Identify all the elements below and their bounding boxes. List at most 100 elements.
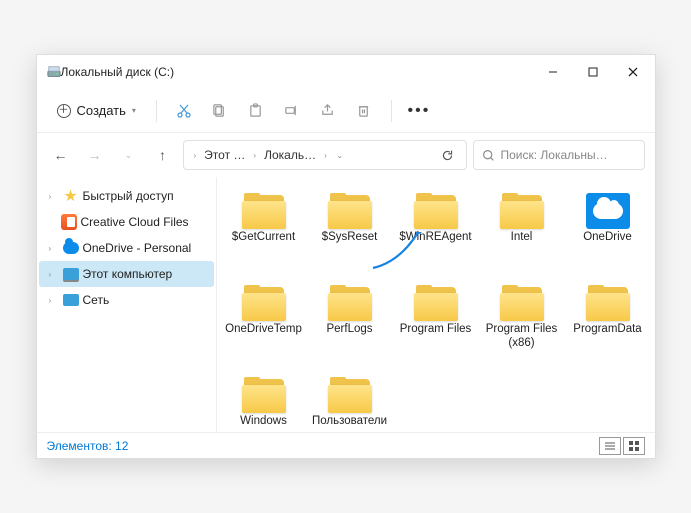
folder-icon xyxy=(328,285,372,321)
search-box[interactable]: Поиск: Локальны… xyxy=(473,140,645,170)
folder-label: ProgramData xyxy=(573,323,641,337)
window-title: Локальный диск (C:) xyxy=(61,65,533,79)
folder-windows[interactable]: Windows xyxy=(221,373,307,432)
address-chevron-down-icon[interactable]: ⌄ xyxy=(331,151,349,160)
folder-label: $WinREAgent xyxy=(399,231,471,245)
folder-label: $GetCurrent xyxy=(232,231,295,245)
titlebar: Локальный диск (C:) xyxy=(37,55,655,89)
tree-quick-access[interactable]: › ★ Быстрый доступ xyxy=(39,183,214,209)
chevron-right-icon: › xyxy=(322,151,329,160)
copy-button[interactable] xyxy=(203,95,237,127)
cut-button[interactable] xyxy=(167,95,201,127)
folder-icon xyxy=(242,193,286,229)
tree-onedrive[interactable]: › OneDrive - Personal xyxy=(39,235,214,261)
item-count: Элементов: 12 xyxy=(47,439,129,453)
new-button[interactable]: ＋ Создать ▾ xyxy=(47,99,146,122)
tree-label: Сеть xyxy=(83,293,110,307)
folder-icon xyxy=(242,377,286,413)
folder-icon xyxy=(500,285,544,321)
separator xyxy=(391,100,392,122)
folder-winreagent[interactable]: $WinREAgent xyxy=(393,189,479,275)
tree-label: Этот компьютер xyxy=(83,267,173,281)
separator xyxy=(156,100,157,122)
chevron-right-icon: › xyxy=(251,151,258,160)
folder-sysreset[interactable]: $SysReset xyxy=(307,189,393,275)
forward-button[interactable]: → xyxy=(81,141,109,169)
navbar: ← → ⌄ ↑ › Этот … › Локаль… › ⌄ Поиск: Ло… xyxy=(37,133,655,177)
back-button[interactable]: ← xyxy=(47,141,75,169)
folder-label: Windows xyxy=(240,415,287,429)
details-view-button[interactable] xyxy=(599,437,621,455)
cc-icon xyxy=(61,214,77,230)
new-label: Создать xyxy=(77,103,126,118)
folder-icon xyxy=(242,285,286,321)
folder-icon xyxy=(328,377,372,413)
drive-icon xyxy=(47,65,61,79)
folder-label: Program Files xyxy=(400,323,472,337)
more-button[interactable]: ••• xyxy=(402,95,436,127)
folder-icon xyxy=(500,193,544,229)
folder-intel[interactable]: Intel xyxy=(479,189,565,275)
window-controls xyxy=(533,57,653,87)
folder-perflogs[interactable]: PerfLogs xyxy=(307,281,393,367)
rename-button[interactable] xyxy=(275,95,309,127)
plus-icon: ＋ xyxy=(57,104,71,118)
folder-label: $SysReset xyxy=(322,231,378,245)
up-button[interactable]: ↑ xyxy=(149,141,177,169)
tree-network[interactable]: › Сеть xyxy=(39,287,214,313)
folder-getcurrent[interactable]: $GetCurrent xyxy=(221,189,307,275)
chevron-right-icon[interactable]: › xyxy=(49,296,59,305)
breadcrumb-thispc[interactable]: Этот … xyxy=(200,146,249,164)
icons-view-button[interactable] xyxy=(623,437,645,455)
breadcrumb-drive[interactable]: Локаль… xyxy=(260,146,320,164)
toolbar: ＋ Создать ▾ ••• xyxy=(37,89,655,133)
folder-programdata[interactable]: ProgramData xyxy=(565,281,651,367)
maximize-button[interactable] xyxy=(573,57,613,87)
folder-icon xyxy=(328,193,372,229)
search-icon xyxy=(482,149,495,162)
tree-this-pc[interactable]: › Этот компьютер xyxy=(39,261,214,287)
chevron-right-icon[interactable]: › xyxy=(49,192,59,201)
paste-button[interactable] xyxy=(239,95,273,127)
chevron-right-icon: › xyxy=(192,151,199,160)
folder-onedrivetemp[interactable]: OneDriveTemp xyxy=(221,281,307,367)
folder-label: Intel xyxy=(511,231,533,245)
tree-label: Creative Cloud Files xyxy=(81,215,189,229)
cloud-icon xyxy=(63,240,79,256)
folder-icon xyxy=(586,285,630,321)
recent-dropdown[interactable]: ⌄ xyxy=(115,141,143,169)
view-switcher xyxy=(599,437,645,455)
address-bar[interactable]: › Этот … › Локаль… › ⌄ xyxy=(183,140,467,170)
search-placeholder: Поиск: Локальны… xyxy=(501,148,608,162)
folder-label: Пользователи xyxy=(312,415,387,429)
folder-programfilesx86[interactable]: Program Files (x86) xyxy=(479,281,565,367)
body: › ★ Быстрый доступ Creative Cloud Files … xyxy=(37,177,655,432)
status-bar: Элементов: 12 xyxy=(37,432,655,458)
delete-button[interactable] xyxy=(347,95,381,127)
folder-icon xyxy=(414,285,458,321)
network-icon xyxy=(63,292,79,308)
nav-tree: › ★ Быстрый доступ Creative Cloud Files … xyxy=(37,177,217,432)
chevron-right-icon[interactable]: › xyxy=(49,244,59,253)
tree-label: Быстрый доступ xyxy=(83,189,174,203)
pc-icon xyxy=(63,266,79,282)
explorer-window: Локальный диск (C:) ＋ Создать ▾ ••• ← → … xyxy=(36,54,656,459)
folder-view[interactable]: $GetCurrent $SysReset $WinREAgent Intel … xyxy=(217,177,655,432)
tree-label: OneDrive - Personal xyxy=(83,241,192,255)
chevron-right-icon[interactable]: › xyxy=(49,270,59,279)
chevron-down-icon: ▾ xyxy=(132,106,136,115)
refresh-button[interactable] xyxy=(436,149,460,162)
folder-users[interactable]: Пользователи xyxy=(307,373,393,432)
minimize-button[interactable] xyxy=(533,57,573,87)
tree-creative-cloud[interactable]: Creative Cloud Files xyxy=(39,209,214,235)
folder-programfiles[interactable]: Program Files xyxy=(393,281,479,367)
folder-label: Program Files (x86) xyxy=(482,323,562,351)
folder-onedrive[interactable]: OneDrive xyxy=(565,189,651,275)
close-button[interactable] xyxy=(613,57,653,87)
folder-icon xyxy=(414,193,458,229)
folder-label: OneDrive xyxy=(583,231,632,245)
folder-label: OneDriveTemp xyxy=(225,323,302,337)
folder-label: PerfLogs xyxy=(326,323,372,337)
star-icon: ★ xyxy=(63,188,79,204)
share-button[interactable] xyxy=(311,95,345,127)
